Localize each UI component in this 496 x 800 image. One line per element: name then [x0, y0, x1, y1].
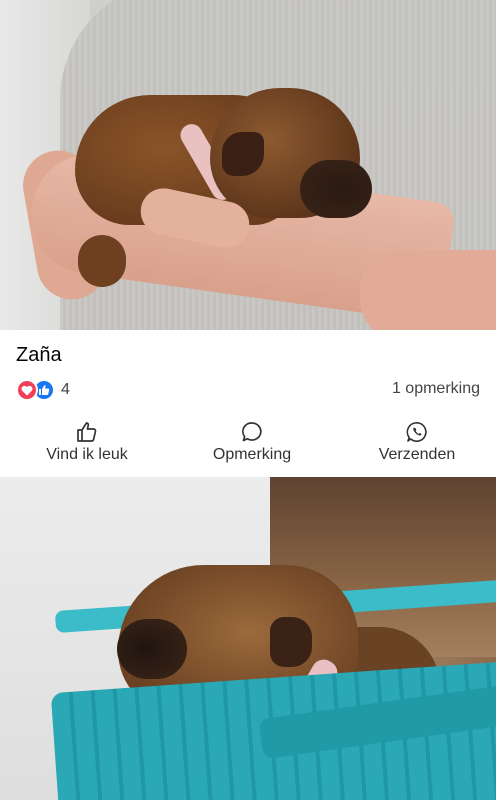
post-feed: Zaña 4 1 opmerking Vind ik leuk Opmerkin…: [0, 0, 496, 800]
whatsapp-send-button[interactable]: Verzenden: [367, 420, 467, 470]
comments-count-link[interactable]: 1 opmerking: [392, 380, 480, 398]
comment-bubble-icon: [242, 422, 262, 442]
heart-icon: [16, 379, 38, 401]
whatsapp-send-button-label: Verzenden: [378, 446, 456, 463]
like-button[interactable]: Vind ik leuk: [37, 420, 137, 470]
comment-button[interactable]: Opmerking: [202, 420, 302, 470]
reactions-summary[interactable]: 4: [16, 379, 70, 401]
whatsapp-icon: [406, 421, 427, 442]
comment-button-label: Opmerking: [212, 446, 292, 463]
post-actions-bar: Vind ik leuk Opmerking Verzenden: [0, 420, 496, 470]
post-photo-puppy-in-basket[interactable]: [0, 477, 496, 800]
post-photo-puppy-in-hands[interactable]: [0, 0, 496, 330]
like-button-label: Vind ik leuk: [46, 446, 128, 463]
post-card: Zaña 4 1 opmerking Vind ik leuk Opmerkin…: [0, 330, 496, 472]
reaction-count: 4: [61, 381, 70, 398]
post-title: Zaña: [16, 344, 62, 366]
thumbs-up-icon: [77, 422, 97, 442]
